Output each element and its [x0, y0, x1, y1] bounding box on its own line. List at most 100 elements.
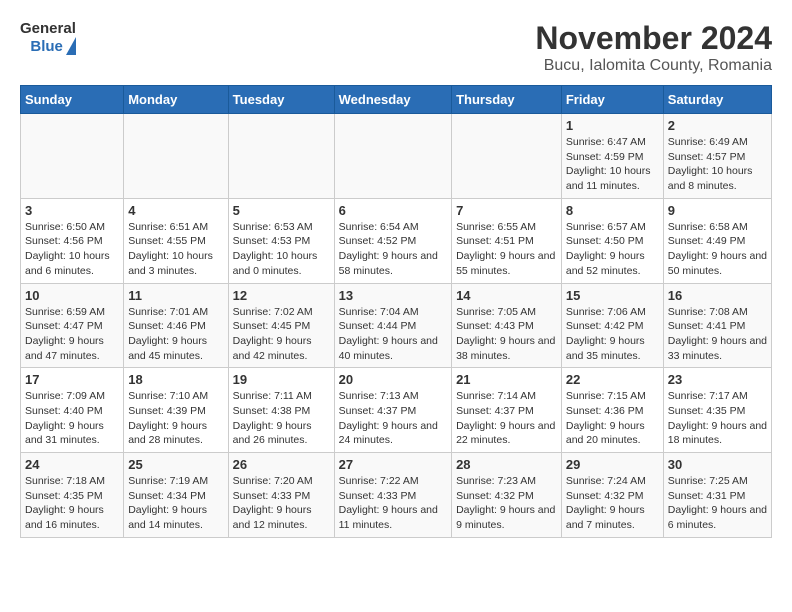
header-tuesday: Tuesday	[228, 86, 334, 114]
day-number: 9	[668, 203, 767, 218]
day-info: Sunrise: 7:19 AM Sunset: 4:34 PM Dayligh…	[128, 474, 223, 533]
day-info: Sunrise: 7:08 AM Sunset: 4:41 PM Dayligh…	[668, 305, 767, 364]
calendar-cell: 27Sunrise: 7:22 AM Sunset: 4:33 PM Dayli…	[334, 453, 451, 538]
calendar-cell: 6 Sunrise: 6:54 AM Sunset: 4:52 PM Daylig…	[334, 198, 451, 283]
day-number: 21	[456, 372, 557, 387]
subtitle: Bucu, Ialomita County, Romania	[535, 57, 772, 75]
day-info: Sunrise: 7:15 AM Sunset: 4:36 PM Dayligh…	[566, 389, 659, 448]
day-number: 10	[25, 288, 119, 303]
main-title: November 2024	[535, 20, 772, 57]
day-info: Sunrise: 6:54 AM Sunset: 4:52 PM Dayligh…	[339, 220, 447, 279]
day-number: 22	[566, 372, 659, 387]
calendar-week-4: 17 Sunrise: 7:09 AM Sunset: 4:40 PM Dayli…	[21, 368, 772, 453]
day-info: Sunrise: 7:09 AM Sunset: 4:40 PM Dayligh…	[25, 389, 119, 448]
day-info: Sunrise: 6:53 AM Sunset: 4:53 PM Dayligh…	[233, 220, 330, 279]
day-info: Sunrise: 7:25 AM Sunset: 4:31 PM Dayligh…	[668, 474, 767, 533]
calendar-cell: 2Sunrise: 6:49 AM Sunset: 4:57 PM Daylig…	[663, 114, 771, 199]
day-number: 23	[668, 372, 767, 387]
day-number: 19	[233, 372, 330, 387]
calendar-cell	[228, 114, 334, 199]
day-number: 1	[566, 118, 659, 133]
day-number: 2	[668, 118, 767, 133]
calendar-cell	[21, 114, 124, 199]
day-info: Sunrise: 7:17 AM Sunset: 4:35 PM Dayligh…	[668, 389, 767, 448]
day-number: 6	[339, 203, 447, 218]
day-number: 4	[128, 203, 223, 218]
day-number: 15	[566, 288, 659, 303]
calendar-cell: 22 Sunrise: 7:15 AM Sunset: 4:36 PM Dayli…	[561, 368, 663, 453]
day-info: Sunrise: 7:06 AM Sunset: 4:42 PM Dayligh…	[566, 305, 659, 364]
calendar-cell	[124, 114, 228, 199]
calendar-week-5: 24 Sunrise: 7:18 AM Sunset: 4:35 PM Dayli…	[21, 453, 772, 538]
day-info: Sunrise: 7:22 AM Sunset: 4:33 PM Dayligh…	[339, 474, 447, 533]
day-number: 25	[128, 457, 223, 472]
header-thursday: Thursday	[452, 86, 562, 114]
header-saturday: Saturday	[663, 86, 771, 114]
day-number: 8	[566, 203, 659, 218]
calendar-body: 1 Sunrise: 6:47 AM Sunset: 4:59 PM Daylig…	[21, 114, 772, 538]
day-info: Sunrise: 7:18 AM Sunset: 4:35 PM Dayligh…	[25, 474, 119, 533]
calendar-table: SundayMondayTuesdayWednesdayThursdayFrid…	[20, 85, 772, 538]
day-info: Sunrise: 7:24 AM Sunset: 4:32 PM Dayligh…	[566, 474, 659, 533]
day-number: 20	[339, 372, 447, 387]
page-header: General Blue November 2024 Bucu, Ialomit…	[20, 20, 772, 75]
calendar-cell: 16 Sunrise: 7:08 AM Sunset: 4:41 PM Dayli…	[663, 283, 771, 368]
day-number: 13	[339, 288, 447, 303]
calendar-cell: 15 Sunrise: 7:06 AM Sunset: 4:42 PM Dayli…	[561, 283, 663, 368]
calendar-week-1: 1 Sunrise: 6:47 AM Sunset: 4:59 PM Daylig…	[21, 114, 772, 199]
day-info: Sunrise: 6:51 AM Sunset: 4:55 PM Dayligh…	[128, 220, 223, 279]
day-info: Sunrise: 6:57 AM Sunset: 4:50 PM Dayligh…	[566, 220, 659, 279]
calendar-cell: 3 Sunrise: 6:50 AM Sunset: 4:56 PM Daylig…	[21, 198, 124, 283]
day-info: Sunrise: 6:50 AM Sunset: 4:56 PM Dayligh…	[25, 220, 119, 279]
day-info: Sunrise: 6:47 AM Sunset: 4:59 PM Dayligh…	[566, 135, 659, 194]
calendar-cell	[334, 114, 451, 199]
day-info: Sunrise: 7:02 AM Sunset: 4:45 PM Dayligh…	[233, 305, 330, 364]
header-wednesday: Wednesday	[334, 86, 451, 114]
calendar-cell: 14Sunrise: 7:05 AM Sunset: 4:43 PM Dayli…	[452, 283, 562, 368]
calendar-cell: 1 Sunrise: 6:47 AM Sunset: 4:59 PM Daylig…	[561, 114, 663, 199]
day-number: 11	[128, 288, 223, 303]
day-info: Sunrise: 6:58 AM Sunset: 4:49 PM Dayligh…	[668, 220, 767, 279]
calendar-cell: 26 Sunrise: 7:20 AM Sunset: 4:33 PM Dayli…	[228, 453, 334, 538]
calendar-cell: 18Sunrise: 7:10 AM Sunset: 4:39 PM Dayli…	[124, 368, 228, 453]
logo-blue-text: Blue	[30, 38, 63, 55]
day-info: Sunrise: 7:01 AM Sunset: 4:46 PM Dayligh…	[128, 305, 223, 364]
day-info: Sunrise: 6:59 AM Sunset: 4:47 PM Dayligh…	[25, 305, 119, 364]
calendar-cell: 5 Sunrise: 6:53 AM Sunset: 4:53 PM Daylig…	[228, 198, 334, 283]
calendar-cell: 28Sunrise: 7:23 AM Sunset: 4:32 PM Dayli…	[452, 453, 562, 538]
calendar-week-2: 3 Sunrise: 6:50 AM Sunset: 4:56 PM Daylig…	[21, 198, 772, 283]
day-number: 7	[456, 203, 557, 218]
day-number: 3	[25, 203, 119, 218]
calendar-cell: 4 Sunrise: 6:51 AM Sunset: 4:55 PM Daylig…	[124, 198, 228, 283]
day-info: Sunrise: 7:14 AM Sunset: 4:37 PM Dayligh…	[456, 389, 557, 448]
day-number: 5	[233, 203, 330, 218]
calendar-cell: 20 Sunrise: 7:13 AM Sunset: 4:37 PM Dayli…	[334, 368, 451, 453]
day-info: Sunrise: 7:20 AM Sunset: 4:33 PM Dayligh…	[233, 474, 330, 533]
calendar-cell: 17 Sunrise: 7:09 AM Sunset: 4:40 PM Dayli…	[21, 368, 124, 453]
logo: General Blue	[20, 20, 76, 55]
day-number: 29	[566, 457, 659, 472]
header-sunday: Sunday	[21, 86, 124, 114]
calendar-cell: 10 Sunrise: 6:59 AM Sunset: 4:47 PM Dayli…	[21, 283, 124, 368]
day-number: 30	[668, 457, 767, 472]
calendar-cell: 13 Sunrise: 7:04 AM Sunset: 4:44 PM Dayli…	[334, 283, 451, 368]
calendar-cell	[452, 114, 562, 199]
day-info: Sunrise: 7:13 AM Sunset: 4:37 PM Dayligh…	[339, 389, 447, 448]
day-info: Sunrise: 7:04 AM Sunset: 4:44 PM Dayligh…	[339, 305, 447, 364]
logo-triangle-icon	[66, 37, 76, 55]
day-info: Sunrise: 7:10 AM Sunset: 4:39 PM Dayligh…	[128, 389, 223, 448]
calendar-cell: 29 Sunrise: 7:24 AM Sunset: 4:32 PM Dayli…	[561, 453, 663, 538]
day-number: 16	[668, 288, 767, 303]
day-number: 24	[25, 457, 119, 472]
day-number: 14	[456, 288, 557, 303]
calendar-cell: 12 Sunrise: 7:02 AM Sunset: 4:45 PM Dayli…	[228, 283, 334, 368]
day-number: 17	[25, 372, 119, 387]
day-number: 12	[233, 288, 330, 303]
calendar-cell: 19Sunrise: 7:11 AM Sunset: 4:38 PM Dayli…	[228, 368, 334, 453]
day-info: Sunrise: 6:55 AM Sunset: 4:51 PM Dayligh…	[456, 220, 557, 279]
calendar-cell: 24 Sunrise: 7:18 AM Sunset: 4:35 PM Dayli…	[21, 453, 124, 538]
day-number: 28	[456, 457, 557, 472]
calendar-cell: 9 Sunrise: 6:58 AM Sunset: 4:49 PM Daylig…	[663, 198, 771, 283]
day-number: 26	[233, 457, 330, 472]
header-friday: Friday	[561, 86, 663, 114]
